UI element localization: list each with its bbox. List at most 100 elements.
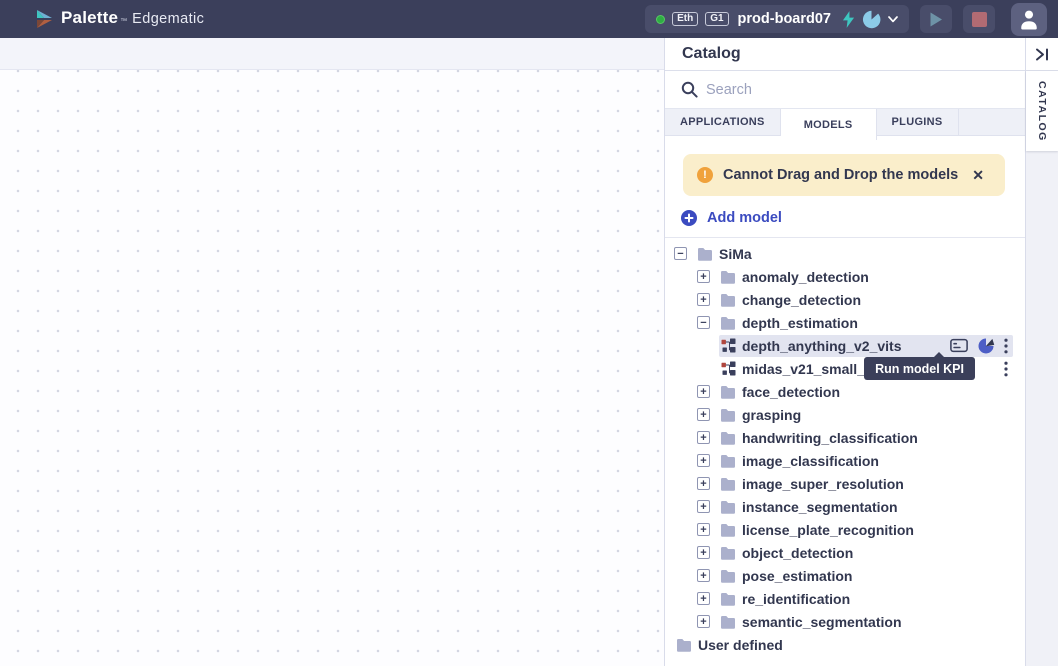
folder-icon xyxy=(720,316,736,330)
canvas-dot-grid xyxy=(0,70,664,666)
stop-button[interactable] xyxy=(963,5,995,33)
run-button[interactable] xyxy=(920,5,952,33)
chevron-down-icon xyxy=(888,16,898,23)
tree-row[interactable]: + object_detection xyxy=(665,541,1025,564)
model-properties-icon[interactable] xyxy=(950,338,968,353)
model-icon xyxy=(721,361,736,376)
add-model-label: Add model xyxy=(707,210,782,226)
expand-toggle[interactable]: + xyxy=(697,408,710,421)
row-label: image_super_resolution xyxy=(742,476,904,492)
play-icon xyxy=(929,12,943,27)
tree-row[interactable]: + change_detection xyxy=(665,288,1025,311)
tree-row[interactable]: depth_anything_v2_vits xyxy=(665,334,1025,357)
device-selector[interactable]: Eth G1 prod-board07 xyxy=(645,5,909,33)
catalog-dock-tab[interactable]: CATALOG xyxy=(1026,71,1058,151)
model-tree: − SiMa + anomaly_detection + xyxy=(665,238,1025,656)
tree-row[interactable]: + pose_estimation xyxy=(665,564,1025,587)
expand-toggle[interactable]: + xyxy=(697,546,710,559)
expand-toggle[interactable]: − xyxy=(674,247,687,260)
catalog-header: Catalog xyxy=(665,38,1025,71)
row-actions xyxy=(950,337,1008,355)
tree-row[interactable]: User defined xyxy=(665,633,1025,656)
expand-toggle[interactable]: + xyxy=(697,385,710,398)
model-icon xyxy=(721,338,736,353)
expand-toggle[interactable]: + xyxy=(697,569,710,582)
row-menu-icon[interactable] xyxy=(1004,361,1008,377)
expand-toggle[interactable]: + xyxy=(697,500,710,513)
expand-toggle[interactable]: + xyxy=(697,523,710,536)
warning-banner: ! Cannot Drag and Drop the models ✕ xyxy=(683,154,1005,196)
tree-row[interactable]: + anomaly_detection xyxy=(665,265,1025,288)
folder-icon xyxy=(720,431,736,445)
tree-row[interactable]: − SiMa xyxy=(665,242,1025,265)
device-badge-eth: Eth xyxy=(672,12,698,27)
tree-row[interactable]: + license_plate_recognition xyxy=(665,518,1025,541)
add-model-button[interactable]: Add model xyxy=(681,210,782,226)
brand-name: Palette xyxy=(61,8,118,28)
plus-circle-icon xyxy=(681,210,697,226)
tree-row[interactable]: + re_identification xyxy=(665,587,1025,610)
canvas-toolbar xyxy=(0,38,664,70)
tree-row[interactable]: + face_detection xyxy=(665,380,1025,403)
catalog-tabs: APPLICATIONSMODELSPLUGINS xyxy=(665,109,1025,136)
top-bar: Palette ™ Edgematic Eth G1 prod-board07 xyxy=(0,0,1058,38)
folder-icon xyxy=(720,293,736,307)
right-dock-strip: CATALOG xyxy=(1025,38,1058,666)
row-label: grasping xyxy=(742,407,801,423)
banner-close-icon[interactable]: ✕ xyxy=(972,167,984,184)
catalog-search-row xyxy=(665,71,1025,109)
search-input[interactable] xyxy=(706,82,1011,98)
row-label: anomaly_detection xyxy=(742,269,869,285)
tree-row[interactable]: midas_v21_small_256 Run model KPI xyxy=(665,357,1025,380)
device-name: prod-board07 xyxy=(738,11,831,27)
expand-toggle[interactable]: − xyxy=(697,316,710,329)
catalog-panel: Catalog APPLICATIONSMODELSPLUGINS ! Cann… xyxy=(665,38,1025,666)
run-kpi-icon[interactable] xyxy=(977,337,995,355)
expand-toggle[interactable]: + xyxy=(697,431,710,444)
expand-toggle[interactable]: + xyxy=(697,270,710,283)
catalog-title: Catalog xyxy=(682,45,741,63)
folder-icon xyxy=(720,546,736,560)
main-body: Catalog APPLICATIONSMODELSPLUGINS ! Cann… xyxy=(0,38,1058,666)
stop-icon xyxy=(972,12,987,27)
tree-row[interactable]: − depth_estimation xyxy=(665,311,1025,334)
power-bolt-icon xyxy=(842,11,855,28)
folder-icon xyxy=(720,500,736,514)
row-label: semantic_segmentation xyxy=(742,614,902,630)
tab-applications[interactable]: APPLICATIONS xyxy=(665,109,781,135)
tree-row[interactable]: + image_super_resolution xyxy=(665,472,1025,495)
tree-row[interactable]: + image_classification xyxy=(665,449,1025,472)
tree-row[interactable]: + instance_segmentation xyxy=(665,495,1025,518)
row-menu-icon[interactable] xyxy=(1004,338,1008,354)
row-label: image_classification xyxy=(742,453,879,469)
tree-row[interactable]: + grasping xyxy=(665,403,1025,426)
folder-icon xyxy=(697,247,713,261)
utilization-pie-icon xyxy=(862,10,881,29)
search-icon xyxy=(681,81,698,98)
row-label: handwriting_classification xyxy=(742,430,918,446)
expand-toggle[interactable]: + xyxy=(697,615,710,628)
folder-icon xyxy=(720,592,736,606)
tab-models[interactable]: MODELS xyxy=(781,109,877,140)
expand-toggle[interactable]: + xyxy=(697,293,710,306)
expand-toggle[interactable]: + xyxy=(697,477,710,490)
tree-row[interactable]: + handwriting_classification xyxy=(665,426,1025,449)
brand-suffix: Edgematic xyxy=(132,11,204,27)
row-label: depth_anything_v2_vits xyxy=(742,338,902,354)
pipeline-canvas[interactable] xyxy=(0,38,665,666)
expand-toggle[interactable]: + xyxy=(697,454,710,467)
row-actions xyxy=(1004,361,1008,377)
row-label: face_detection xyxy=(742,384,840,400)
tooltip: Run model KPI xyxy=(864,357,975,380)
catalog-dock-tab-label: CATALOG xyxy=(1036,81,1048,142)
device-badge-g1: G1 xyxy=(705,12,728,27)
collapse-panel-button[interactable] xyxy=(1026,38,1058,71)
palette-logo-icon xyxy=(33,8,55,30)
expand-toggle[interactable]: + xyxy=(697,592,710,605)
tab-plugins[interactable]: PLUGINS xyxy=(877,109,959,135)
folder-icon xyxy=(676,638,692,652)
user-avatar-button[interactable] xyxy=(1011,3,1047,36)
tree-row[interactable]: + semantic_segmentation xyxy=(665,610,1025,633)
app-root: Palette ™ Edgematic Eth G1 prod-board07 xyxy=(0,0,1058,666)
brand-trademark: ™ xyxy=(120,18,127,25)
